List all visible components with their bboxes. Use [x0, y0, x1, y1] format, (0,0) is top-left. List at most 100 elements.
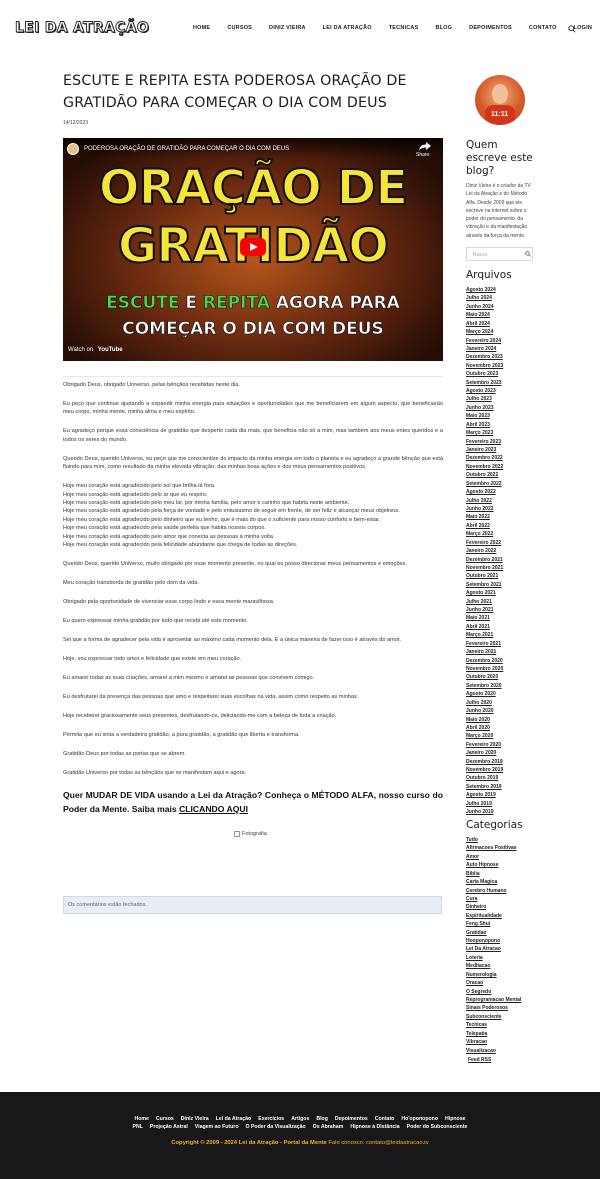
nav-item-7[interactable]: CONTATO — [529, 25, 557, 31]
category-link[interactable]: Subconsciente — [466, 1013, 536, 1021]
nav-item-5[interactable]: BLOG — [435, 25, 452, 31]
search-icon[interactable] — [525, 251, 531, 257]
archive-link[interactable]: Maio 2022 — [466, 513, 536, 521]
contact-text[interactable]: Fale conosco: contato@leidaatracao.tv — [328, 1140, 428, 1146]
archive-link[interactable]: Maio 2023 — [466, 412, 536, 420]
archive-link[interactable]: Julho 2024 — [466, 294, 536, 302]
archive-link[interactable]: Agosto 2024 — [466, 286, 536, 294]
footer-nav-link[interactable]: Lei da Atração — [216, 1116, 252, 1122]
site-logo[interactable]: LEI DA ATRAÇÃO — [15, 20, 150, 37]
category-link[interactable]: Visualizacao — [466, 1047, 536, 1055]
category-link[interactable]: Hooponopono — [466, 937, 536, 945]
archive-link[interactable]: Julho 2019 — [466, 800, 536, 808]
nav-item-2[interactable]: DINIZ VIEIRA — [269, 25, 306, 31]
category-link[interactable]: Afirmacoes Positivas — [466, 844, 536, 852]
archive-link[interactable]: Novembro 2022 — [466, 463, 536, 471]
archive-link[interactable]: Janeiro 2024 — [466, 345, 536, 353]
footer-nav-link[interactable]: Projeção Astral — [150, 1124, 188, 1130]
video-embed[interactable]: PODEROSA ORAÇÃO DE GRATIDÃO PARA COMEÇAR… — [63, 138, 443, 361]
archive-link[interactable]: Julho 2022 — [466, 497, 536, 505]
cta-link[interactable]: CLICANDO AQUI — [179, 804, 248, 814]
channel-avatar[interactable] — [67, 143, 79, 155]
watch-on-youtube[interactable]: Watch on YouTube — [68, 347, 123, 353]
category-link[interactable]: Telepatia — [466, 1030, 536, 1038]
footer-nav-link[interactable]: Blog — [316, 1116, 328, 1122]
archive-link[interactable]: Agosto 2023 — [466, 387, 536, 395]
category-link[interactable]: Dinheiro — [466, 903, 536, 911]
archive-link[interactable]: Março 2024 — [466, 328, 536, 336]
footer-nav-link[interactable]: Os Abraham — [313, 1124, 344, 1130]
archive-link[interactable]: Janeiro 2022 — [466, 547, 536, 555]
share-icon[interactable] — [418, 141, 432, 151]
archive-link[interactable]: Fevereiro 2023 — [466, 438, 536, 446]
nav-item-8[interactable]: LOGIN — [574, 25, 592, 31]
archive-link[interactable]: Março 2021 — [466, 631, 536, 639]
archive-link[interactable]: Fevereiro 2024 — [466, 337, 536, 345]
footer-nav-link[interactable]: Depoimentos — [335, 1116, 368, 1122]
search-icon[interactable] — [568, 25, 576, 33]
archive-link[interactable]: Setembro 2019 — [466, 783, 536, 791]
category-link[interactable]: Loteria — [466, 954, 536, 962]
archive-link[interactable]: Julho 2020 — [466, 699, 536, 707]
archive-link[interactable]: Outubro 2023 — [466, 370, 536, 378]
play-button[interactable] — [240, 238, 266, 256]
category-link[interactable]: Amor — [466, 853, 536, 861]
category-link[interactable]: Espiritualidade — [466, 912, 536, 920]
category-link[interactable]: Cerebro Humano — [466, 887, 536, 895]
archive-link[interactable]: Fevereiro 2020 — [466, 741, 536, 749]
nav-item-4[interactable]: TECNICAS — [389, 25, 419, 31]
sidebar-search-input[interactable]: Busca — [466, 247, 533, 261]
category-link[interactable]: Meditacao — [466, 962, 536, 970]
archive-link[interactable]: Dezembro 2020 — [466, 657, 536, 665]
footer-nav-link[interactable]: Exercícios — [258, 1116, 284, 1122]
category-link[interactable]: Bíblia — [466, 870, 536, 878]
archive-link[interactable]: Abril 2024 — [466, 320, 536, 328]
archive-link[interactable]: Fevereiro 2022 — [466, 539, 536, 547]
category-link[interactable]: Reprogramacao Mental — [466, 996, 536, 1004]
archive-link[interactable]: Novembro 2020 — [466, 665, 536, 673]
category-link[interactable]: O Segredo — [466, 988, 536, 996]
video-title[interactable]: PODEROSA ORAÇÃO DE GRATIDÃO PARA COMEÇAR… — [84, 146, 289, 152]
archive-link[interactable]: Junho 2021 — [466, 606, 536, 614]
archive-link[interactable]: Janeiro 2021 — [466, 648, 536, 656]
archive-link[interactable]: Agosto 2020 — [466, 690, 536, 698]
category-link[interactable]: Sinais Poderosos — [466, 1004, 536, 1012]
archive-link[interactable]: Junho 2023 — [466, 404, 536, 412]
archive-link[interactable]: Outubro 2020 — [466, 673, 536, 681]
archive-link[interactable]: Abril 2023 — [466, 421, 536, 429]
archive-link[interactable]: Agosto 2019 — [466, 791, 536, 799]
footer-nav-link[interactable]: Diniz Vieira — [181, 1116, 209, 1122]
category-link[interactable]: Numerologia — [466, 971, 536, 979]
archive-link[interactable]: Março 2022 — [466, 530, 536, 538]
archive-link[interactable]: Novembro 2021 — [466, 564, 536, 572]
archive-link[interactable]: Junho 2019 — [466, 808, 536, 816]
category-link[interactable]: Auto Hipnose — [466, 861, 536, 869]
archive-link[interactable]: Janeiro 2023 — [466, 446, 536, 454]
archive-link[interactable]: Março 2023 — [466, 429, 536, 437]
archive-link[interactable]: Setembro 2023 — [466, 379, 536, 387]
archive-link[interactable]: Outubro 2021 — [466, 572, 536, 580]
category-link[interactable]: Lei Da Atracao — [466, 945, 536, 953]
archive-link[interactable]: Agosto 2022 — [466, 488, 536, 496]
feed-rss-link[interactable]: Feed RSS — [468, 1057, 491, 1063]
archive-link[interactable]: Setembro 2020 — [466, 682, 536, 690]
archive-link[interactable]: Novembro 2019 — [466, 766, 536, 774]
archive-link[interactable]: Julho 2021 — [466, 598, 536, 606]
footer-nav-link[interactable]: Contato — [375, 1116, 395, 1122]
archive-link[interactable]: Abril 2021 — [466, 623, 536, 631]
footer-nav-link[interactable]: Ho'oponopono — [401, 1116, 438, 1122]
category-link[interactable]: Cura — [466, 895, 536, 903]
archive-link[interactable]: Novembro 2023 — [466, 362, 536, 370]
category-link[interactable]: Feng Shui — [466, 920, 536, 928]
nav-item-1[interactable]: CURSOS — [227, 25, 252, 31]
nav-item-6[interactable]: DEPOIMENTOS — [469, 25, 512, 31]
footer-nav-link[interactable]: PNL — [133, 1124, 143, 1130]
footer-nav-link[interactable]: Artigos — [291, 1116, 309, 1122]
footer-nav-link[interactable]: Poder do Subconsciente — [407, 1124, 468, 1130]
category-link[interactable]: Carta Magica — [466, 878, 536, 886]
archive-link[interactable]: Junho 2022 — [466, 505, 536, 513]
footer-nav-link[interactable]: Viagem ao Futuro — [195, 1124, 239, 1130]
footer-nav-link[interactable]: Home — [135, 1116, 149, 1122]
archive-link[interactable]: Outubro 2022 — [466, 471, 536, 479]
category-link[interactable]: Oracao — [466, 979, 536, 987]
